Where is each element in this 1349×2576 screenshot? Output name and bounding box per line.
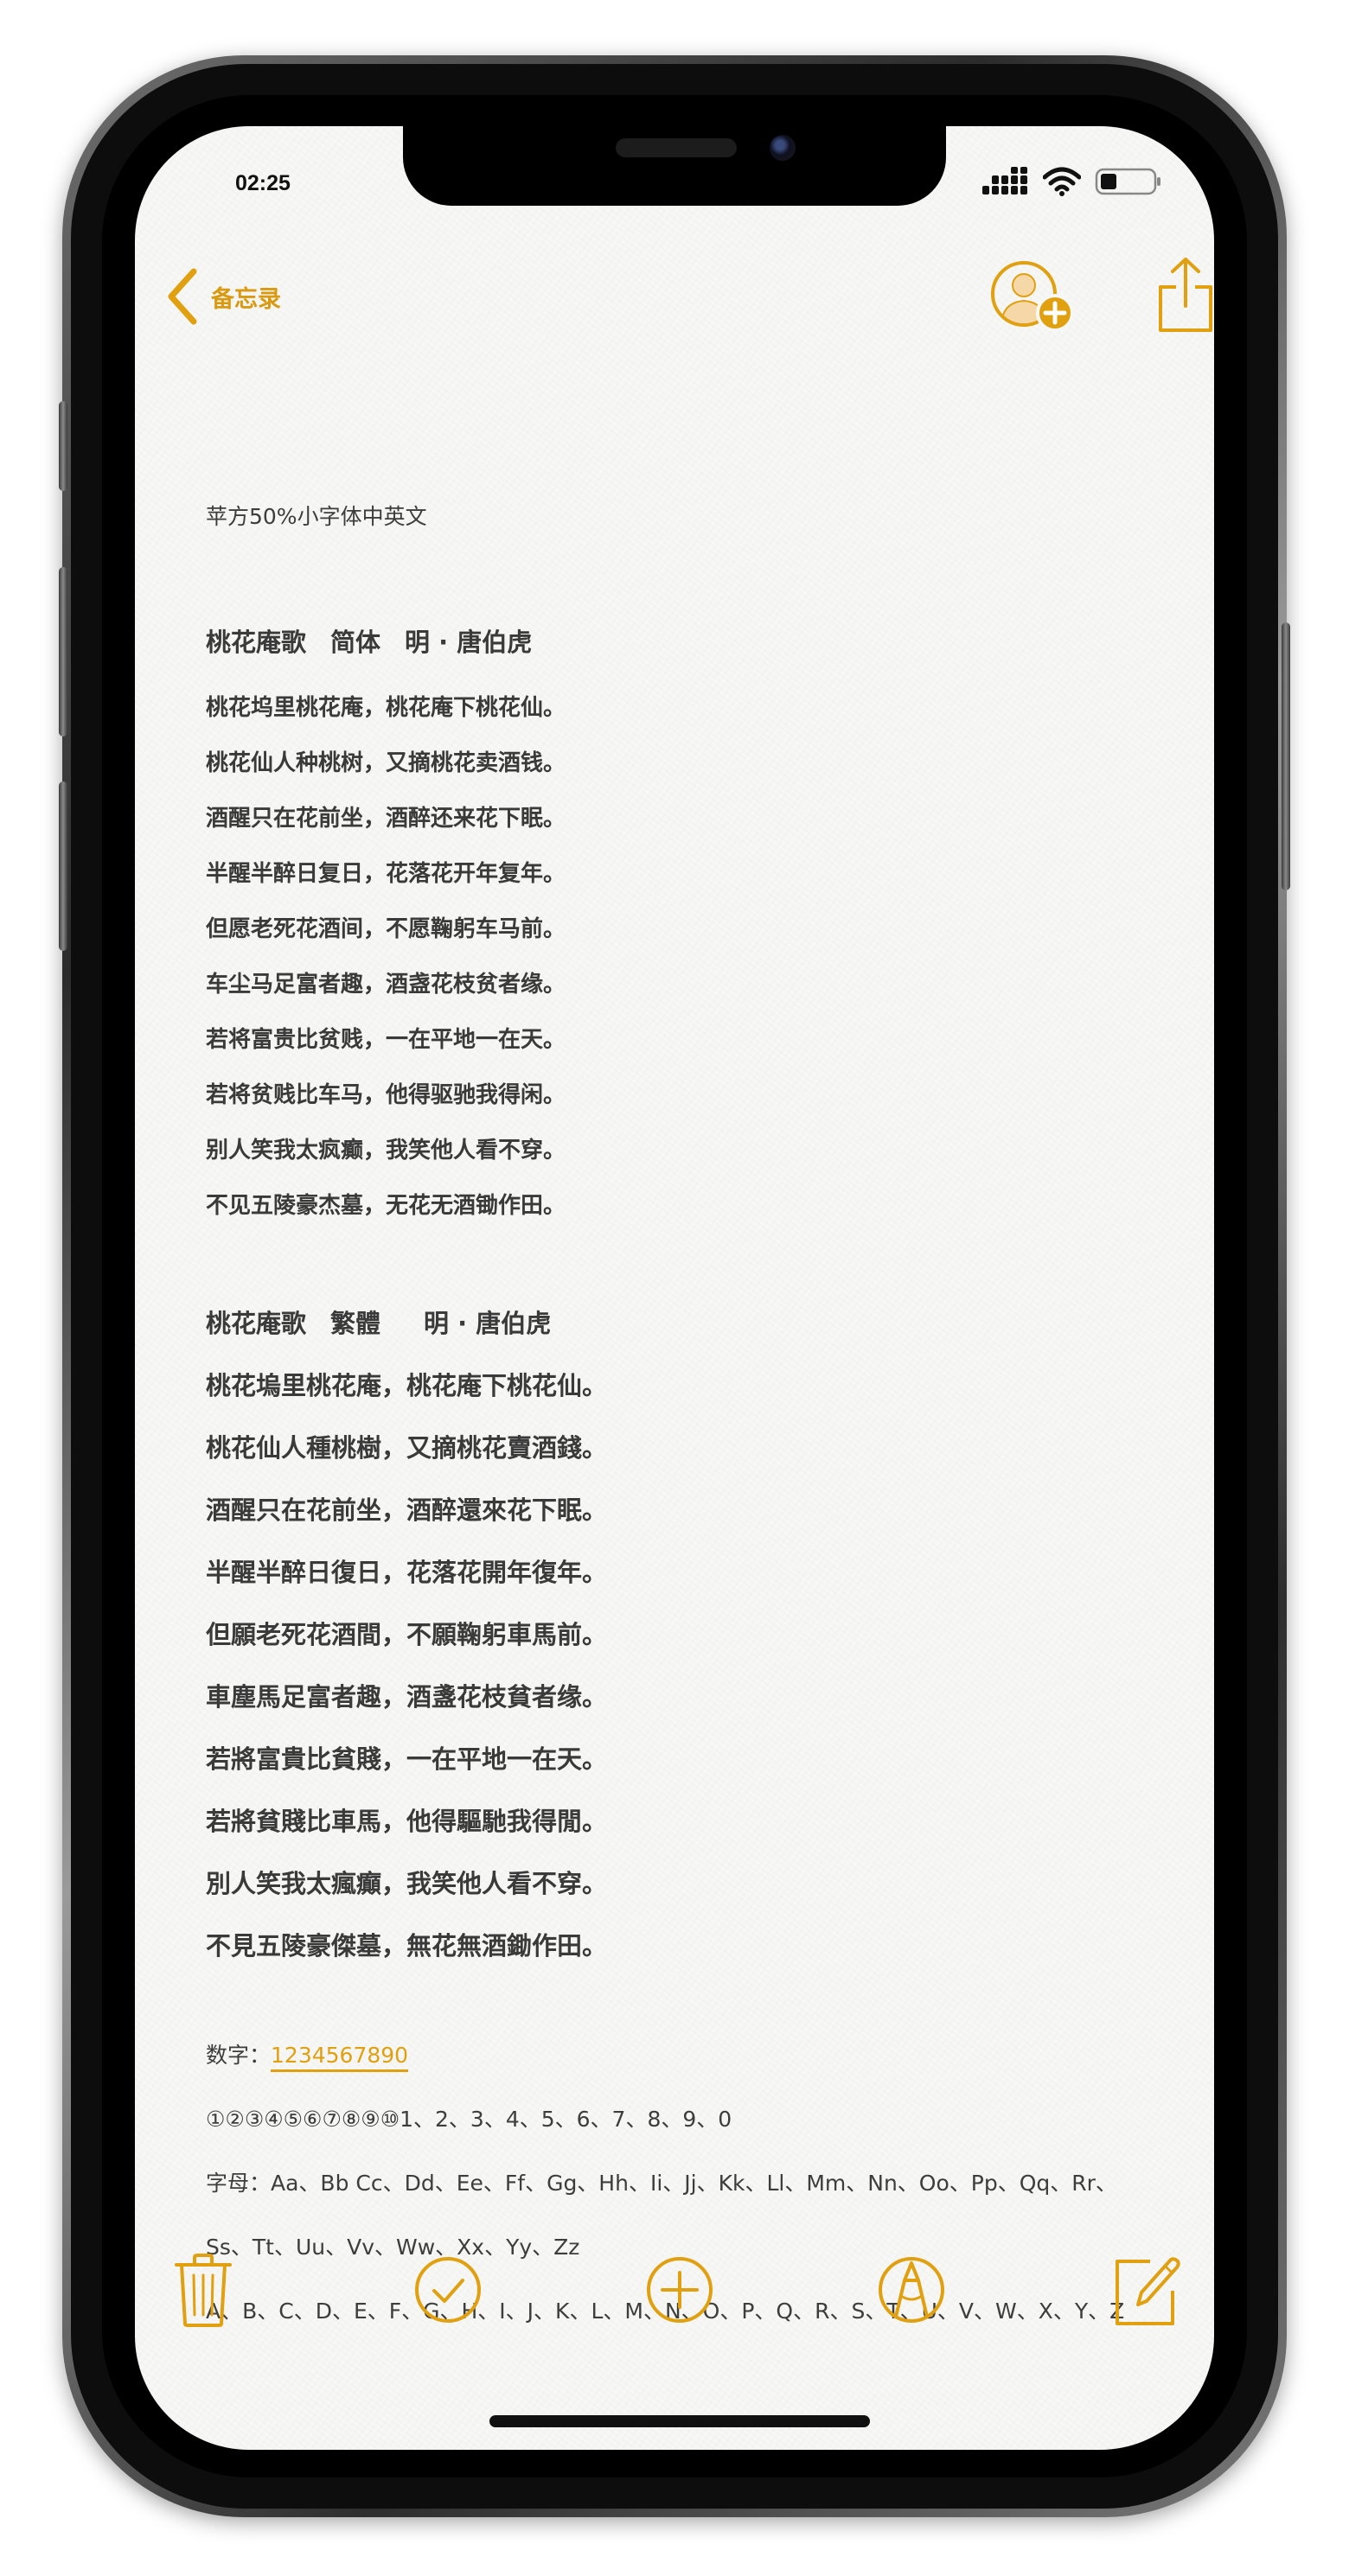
checklist-button[interactable] [413,2251,483,2329]
poem-line: 車塵馬足富者趣，酒盞花枝貧者缘。 [206,1682,608,1712]
front-camera [770,135,796,161]
compose-button[interactable] [1112,2251,1181,2329]
wifi-icon [1043,167,1081,196]
circled-numbers: ①②③④⑤⑥⑦⑧⑨⑩1、2、3、4、5、6、7、8、9、0 [206,2107,732,2132]
poem-line: 若將貧賤比車馬，他得驅馳我得閒。 [206,1807,608,1836]
numbers-row: 数字：1234567890 [206,2038,409,2072]
markup-pen-icon [879,2257,944,2323]
poem-line: 桃花坞里桃花庵，桃花庵下桃花仙。 [206,695,566,721]
chevron-left-icon [168,268,197,325]
share-button[interactable] [1155,256,1214,334]
poem-line: 桃花塢里桃花庵，桃花庵下桃花仙。 [206,1371,608,1400]
poem-title: 桃花庵歌 [206,628,307,657]
back-button-label: 备忘录 [211,285,281,313]
poem-line: 半醒半醉日复日，花落花开年复年。 [206,861,566,887]
phone-number-link[interactable]: 1234567890 [271,2043,409,2072]
share-icon [1159,258,1212,332]
poem-line: 若将富贵比贫贱，一在平地一在天。 [206,1027,566,1053]
script-label: 繁體 [330,1309,381,1338]
poem-line: 车尘马足富者趣，酒盏花枝贫者缘。 [206,972,566,998]
poem-line: 不見五陵豪傑墓，無花無酒鋤作田。 [206,1931,608,1961]
back-button[interactable]: 备忘录 [166,268,281,325]
add-person-icon [991,261,1074,332]
trash-icon [175,2254,232,2327]
volume-up-button [59,567,67,736]
poem-line: 半醒半醉日復日，花落花開年復年。 [206,1558,608,1587]
poem-title-traditional: 桃花庵歌 繁體 明 · 唐伯虎 [206,1304,551,1340]
poem-line: 若将贫贱比车马，他得驱驰我得闲。 [206,1082,566,1108]
poem-line: 別人笑我太瘋癲，我笑他人看不穿。 [206,1869,608,1898]
poem-author: 明 · 唐伯虎 [405,628,533,657]
poem-line: 别人笑我太疯癫，我笑他人看不穿。 [206,1138,566,1164]
silent-switch [59,401,67,491]
battery-icon [1095,168,1160,195]
earpiece-speaker [616,138,737,157]
poem-line: 酒醒只在花前坐，酒醉還來花下眠。 [206,1495,608,1525]
cellular-signal-icon [982,167,1027,194]
poem-title: 桃花庵歌 [206,1309,307,1338]
letters-line: 字母：Aa、Bb Cc、Dd、Ee、Ff、Gg、Hh、Ii、Jj、Kk、Ll、M… [206,2171,1117,2196]
screen: 02:25 备忘录 苹方50%小字体中英文 桃花庵歌 简体 明 · 唐伯虎 桃花… [135,126,1214,2450]
note-subtitle: 苹方50%小字体中英文 [206,504,427,529]
status-time: 02:25 [235,171,291,195]
poem-line: 桃花仙人種桃樹，又摘桃花賣酒錢。 [206,1433,608,1463]
add-icon [647,2257,713,2323]
script-label: 简体 [330,628,381,657]
poem-author: 明 · 唐伯虎 [424,1309,552,1338]
poem-line: 若將富貴比貧賤，一在平地一在天。 [206,1744,608,1774]
status-icons [982,163,1162,201]
checklist-icon [415,2257,481,2323]
poem-line: 但愿老死花酒间，不愿鞠躬车马前。 [206,916,566,942]
add-person-button[interactable] [989,259,1084,337]
delete-button[interactable] [173,2251,233,2329]
markup-button[interactable] [877,2251,946,2329]
poem-line: 酒醒只在花前坐，酒醉还来花下眠。 [206,806,566,832]
poem-line: 桃花仙人种桃树，又摘桃花卖酒钱。 [206,750,566,776]
poem-title-simplified: 桃花庵歌 简体明 · 唐伯虎 [206,622,532,659]
home-indicator[interactable] [489,2415,870,2427]
poem-line: 不见五陵豪杰墓，无花无酒锄作田。 [206,1193,566,1219]
power-button [1282,622,1290,890]
poem-line: 但願老死花酒間，不願鞠躬車馬前。 [206,1620,608,1649]
compose-icon [1116,2257,1180,2325]
letters-line: Ss、Tt、Uu、Vv、Ww、Xx、Yy、Zz [206,2235,580,2260]
volume-down-button [59,781,67,951]
numbers-label: 数字： [206,2043,272,2068]
add-attachment-button[interactable] [645,2251,714,2329]
